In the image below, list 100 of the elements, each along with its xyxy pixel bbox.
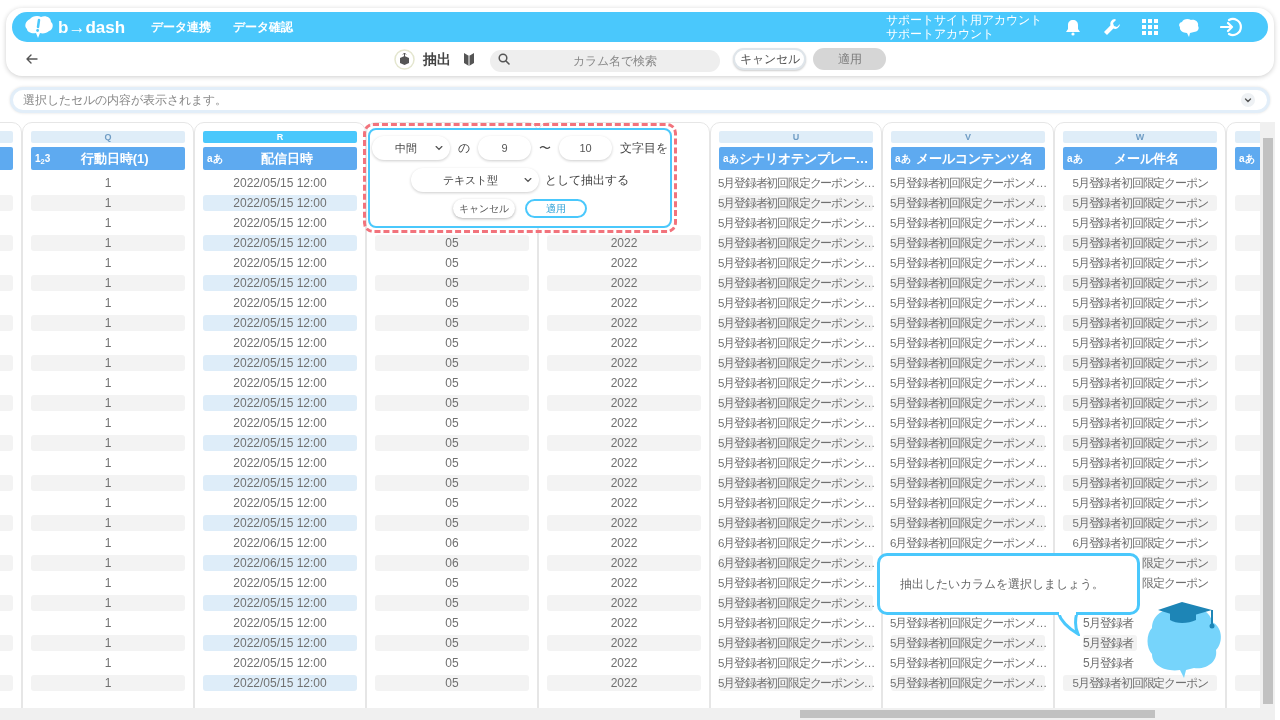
table-cell[interactable]: 5月登録者初回限定クーポンメ… (891, 455, 1045, 471)
table-cell[interactable]: 5月登録者初回限定クーポン (1063, 415, 1217, 431)
table-cell[interactable]: 5月登録者初回限定クーポン (1063, 475, 1217, 491)
logout-icon[interactable] (1220, 17, 1242, 37)
table-cell[interactable]: 2022 (547, 315, 701, 331)
table-cell[interactable]: 05 (375, 575, 529, 591)
table-cell[interactable]: 1 (31, 655, 185, 671)
table-cell[interactable]: 5月登録者初回限定クーポンメ… (891, 375, 1045, 391)
table-cell[interactable]: 5月登録者初回限定クーポンメ… (891, 635, 1045, 651)
cloud-icon[interactable] (1178, 17, 1200, 37)
search-field[interactable]: カラム名で検索 (490, 50, 720, 72)
table-cell[interactable]: 06 (375, 535, 529, 551)
cell-content-field[interactable]: 選択したセルの内容が表示されます。 (10, 87, 1270, 113)
table-cell[interactable]: 5月登録者初回限定クーポンシ… (719, 655, 873, 671)
table-cell[interactable]: 1 (31, 375, 185, 391)
table-cell[interactable]: 2022 (547, 675, 701, 691)
table-cell[interactable]: 5月登録者初回限定クーポン (1063, 275, 1217, 291)
table-cell[interactable]: 限定クーポン (1142, 555, 1217, 571)
table-cell[interactable]: 1 (31, 275, 185, 291)
table-cell[interactable]: 1 (31, 575, 185, 591)
table-cell[interactable]: 05 (375, 635, 529, 651)
table-cell[interactable]: 1 (31, 415, 185, 431)
table-cell[interactable]: 2022 (547, 555, 701, 571)
table-cell[interactable]: 5月登録者初回限定クーポンシ… (719, 455, 873, 471)
table-cell[interactable]: 5月登録者初回限定クーポンシ… (719, 415, 873, 431)
table-cell[interactable]: 5月登録者初回限定クーポンメ… (891, 415, 1045, 431)
table-cell[interactable]: 5月登録者初回限定クーポンシ… (719, 255, 873, 271)
table-cell[interactable]: 5月登録者 (1083, 655, 1137, 671)
table-cell[interactable]: 2022 (547, 655, 701, 671)
table-cell[interactable]: 5月登録者初回限定クーポンシ… (719, 315, 873, 331)
table-cell[interactable]: 6月登録者初回限定クーポンシ… (719, 535, 873, 551)
table-cell[interactable]: 2022 (547, 375, 701, 391)
table-cell[interactable]: 5月登録者初回限定クーポンメ… (891, 475, 1045, 491)
table-cell[interactable]: 5月登録者初回限定クーポン (1063, 315, 1217, 331)
table-cell[interactable]: 5月登録者 (1083, 615, 1137, 631)
table-cell[interactable]: 05 (375, 595, 529, 611)
table-cell[interactable]: 1 (31, 235, 185, 251)
table-cell[interactable]: 2022/05/15 12:00 (203, 515, 357, 531)
table-cell[interactable]: 5月登録者初回限定クーポン (1063, 675, 1217, 691)
table-cell[interactable]: 5月登録者初回限定クーポンメ… (891, 195, 1045, 211)
table-cell[interactable]: 2022 (547, 255, 701, 271)
input-field[interactable]: 10 (559, 136, 612, 160)
table-cell[interactable]: 2022/06/15 12:00 (203, 555, 357, 571)
table-cell[interactable]: 05 (375, 275, 529, 291)
table-cell[interactable]: 1 (31, 515, 185, 531)
table-cell[interactable]: 1 (31, 475, 185, 491)
table-cell[interactable]: 2022/05/15 12:00 (203, 175, 357, 191)
table-cell[interactable]: 2022 (547, 395, 701, 411)
table-cell[interactable]: 2022/05/15 12:00 (203, 375, 357, 391)
back-arrow-icon[interactable] (26, 54, 38, 64)
chevron-down-icon[interactable] (1241, 93, 1255, 107)
apply-button[interactable]: 適用 (525, 199, 587, 218)
table-cell[interactable]: 5月登録者初回限定クーポンシ… (719, 615, 873, 631)
table-cell[interactable]: 5月登録者初回限定クーポンメ… (891, 675, 1045, 691)
table-cell[interactable]: 2022 (547, 615, 701, 631)
table-cell[interactable]: 2022 (547, 515, 701, 531)
table-cell[interactable]: 2022 (547, 635, 701, 651)
table-cell[interactable]: 5月登録者初回限定クーポン (1063, 235, 1217, 251)
column-header[interactable]: 1$_{2}$3 行動日時(1) (31, 147, 185, 170)
table-cell[interactable]: 5月登録者初回限定クーポンシ… (719, 235, 873, 251)
table-cell[interactable]: 2022/05/15 12:00 (203, 635, 357, 651)
table-cell[interactable]: 5月登録者初回限定クーポンメ… (891, 615, 1045, 631)
table-cell[interactable]: 5月登録者初回限定クーポン (1063, 295, 1217, 311)
table-cell[interactable]: 5月登録者初回限定クーポンメ… (891, 435, 1045, 451)
column-letter[interactable]: U (719, 131, 873, 143)
table-cell[interactable]: 2022/05/15 12:00 (203, 335, 357, 351)
table-cell[interactable]: 5月登録者初回限定クーポン (1063, 455, 1217, 471)
table-cell[interactable]: 2022 (547, 455, 701, 471)
table-cell[interactable]: 5月登録者初回限定クーポンメ… (891, 395, 1045, 411)
column-letter[interactable]: V (891, 131, 1045, 143)
table-cell[interactable]: 2022 (547, 475, 701, 491)
table-cell[interactable]: 1 (31, 675, 185, 691)
column-header[interactable]: aあ (1235, 147, 1260, 170)
table-cell[interactable]: 2022 (547, 435, 701, 451)
table-cell[interactable]: 5月登録者初回限定クーポンシ… (719, 575, 873, 591)
table-cell[interactable]: 5月登録者初回限定クーポン (1063, 435, 1217, 451)
table-cell[interactable]: 05 (375, 255, 529, 271)
table-cell[interactable]: 5月登録者初回限定クーポンシ… (719, 515, 873, 531)
dropdown[interactable]: 中間 (372, 136, 450, 160)
table-cell[interactable]: 2022/05/15 12:00 (203, 195, 357, 211)
table-cell[interactable]: 05 (375, 375, 529, 391)
table-cell[interactable]: 1 (31, 255, 185, 271)
table-cell[interactable]: 6月登録者初回限定クーポンシ… (719, 555, 873, 571)
table-cell[interactable]: 2022/05/15 12:00 (203, 315, 357, 331)
table-cell[interactable]: 2022/05/15 12:00 (203, 395, 357, 411)
table-cell[interactable]: 5月登録者初回限定クーポンシ… (719, 195, 873, 211)
bell-icon[interactable] (1064, 18, 1082, 36)
table-cell[interactable]: 5月登録者初回限定クーポンシ… (719, 375, 873, 391)
table-cell[interactable]: 05 (375, 675, 529, 691)
table-cell[interactable]: 5月登録者初回限定クーポン (1063, 515, 1217, 531)
table-cell[interactable]: 5月登録者初回限定クーポンメ… (891, 235, 1045, 251)
table-cell[interactable]: 5月登録者初回限定クーポンシ… (719, 595, 873, 611)
table-cell[interactable]: 2022 (547, 535, 701, 551)
table-cell[interactable]: 5月登録者初回限定クーポン (1063, 355, 1217, 371)
table-cell[interactable]: 1 (31, 395, 185, 411)
table-cell[interactable]: 05 (375, 295, 529, 311)
wrench-icon[interactable] (1102, 17, 1122, 37)
table-cell[interactable]: 2022 (547, 355, 701, 371)
table-cell[interactable]: 2022 (547, 595, 701, 611)
table-cell[interactable]: 1 (31, 195, 185, 211)
